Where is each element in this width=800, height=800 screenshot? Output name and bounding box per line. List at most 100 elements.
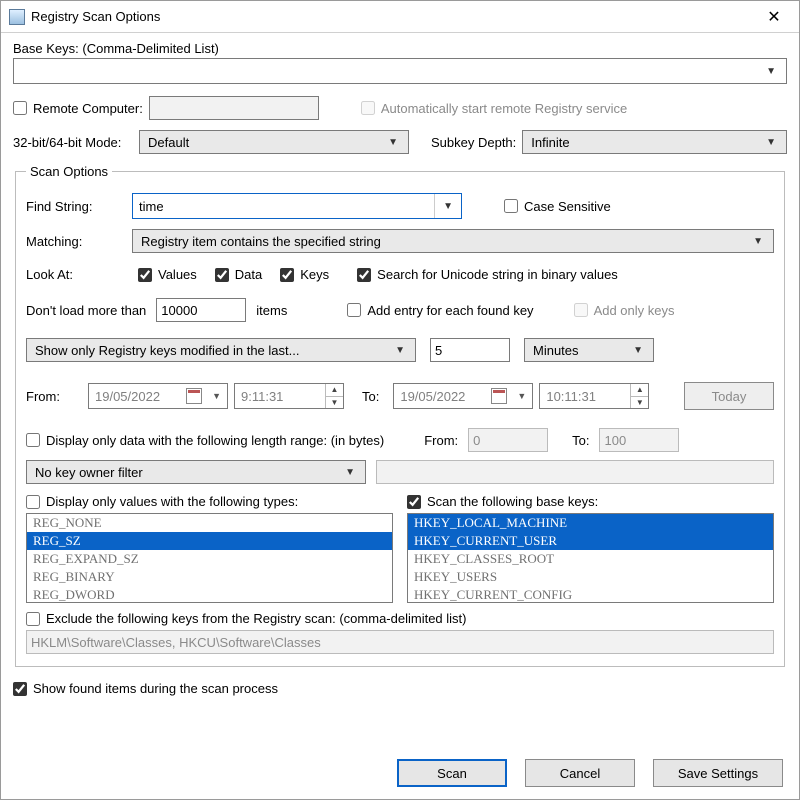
matching-value: Registry item contains the specified str… — [141, 234, 381, 249]
dialog-buttons: Scan Cancel Save Settings — [13, 749, 787, 789]
list-item[interactable]: HKEY_CLASSES_ROOT — [408, 550, 773, 568]
add-only-keys-label: Add only keys — [594, 303, 675, 318]
chevron-down-icon: ▼ — [434, 194, 461, 218]
scan-base-keys-label: Scan the following base keys: — [427, 494, 598, 509]
reg-types-listbox[interactable]: REG_NONEREG_SZREG_EXPAND_SZREG_BINARYREG… — [26, 513, 393, 603]
key-owner-value: No key owner filter — [35, 465, 143, 480]
length-from-input[interactable] — [468, 428, 548, 452]
window-title: Registry Scan Options — [31, 9, 751, 24]
list-item[interactable]: REG_BINARY — [27, 568, 392, 586]
from-label: From: — [26, 389, 82, 404]
show-found-label: Show found items during the scan process — [33, 681, 278, 696]
remote-computer-label: Remote Computer: — [33, 101, 143, 116]
chevron-down-icon: ▼ — [747, 236, 769, 247]
chevron-up-icon[interactable]: ▲ — [630, 384, 648, 396]
base-keys-combo[interactable]: ▼ — [13, 58, 787, 84]
base-keys-label: Base Keys: (Comma-Delimited List) — [13, 41, 787, 56]
length-to-input[interactable] — [599, 428, 679, 452]
find-string-combo[interactable]: ▼ — [132, 193, 462, 219]
modified-filter-combo[interactable]: Show only Registry keys modified in the … — [26, 338, 416, 362]
from-date-picker[interactable]: 19/05/2022 ▼ — [88, 383, 228, 409]
auto-start-remote-label: Automatically start remote Registry serv… — [381, 101, 627, 116]
key-owner-combo[interactable]: No key owner filter ▼ — [26, 460, 366, 484]
modified-unit-combo[interactable]: Minutes ▼ — [524, 338, 654, 362]
list-item[interactable]: REG_SZ — [27, 532, 392, 550]
exclude-keys-checkbox[interactable]: Exclude the following keys from the Regi… — [26, 611, 466, 626]
list-item[interactable]: HKEY_LOCAL_MACHINE — [408, 514, 773, 532]
to-time-value: 10:11:31 — [540, 389, 630, 404]
scan-options-group: Scan Options Find String: ▼ Case Sensiti… — [15, 164, 785, 667]
to-date-picker[interactable]: 19/05/2022 ▼ — [393, 383, 533, 409]
look-at-keys-checkbox[interactable]: Keys — [280, 267, 329, 282]
show-found-checkbox[interactable]: Show found items during the scan process — [13, 681, 278, 696]
look-at-values-label: Values — [158, 267, 197, 282]
look-at-keys-label: Keys — [300, 267, 329, 282]
subkey-depth-label: Subkey Depth: — [431, 135, 516, 150]
find-string-label: Find String: — [26, 199, 126, 214]
chevron-down-icon: ▼ — [760, 66, 782, 77]
list-item[interactable]: REG_NONE — [27, 514, 392, 532]
remote-computer-input[interactable] — [149, 96, 319, 120]
list-item[interactable]: REG_DWORD — [27, 586, 392, 603]
display-types-checkbox[interactable]: Display only values with the following t… — [26, 494, 393, 509]
list-item[interactable]: HKEY_USERS — [408, 568, 773, 586]
look-at-values-checkbox[interactable]: Values — [138, 267, 197, 282]
from-time-spinner[interactable]: 9:11:31 ▲▼ — [234, 383, 344, 409]
length-to-label: To: — [572, 433, 589, 448]
exclude-keys-input[interactable] — [26, 630, 774, 654]
to-date-value: 19/05/2022 — [394, 389, 491, 404]
add-only-keys-checkbox[interactable]: Add only keys — [574, 303, 675, 318]
scan-base-keys-checkbox[interactable]: Scan the following base keys: — [407, 494, 774, 509]
modified-unit-value: Minutes — [533, 343, 579, 358]
length-range-label: Display only data with the following len… — [46, 433, 384, 448]
list-item[interactable]: HKEY_CURRENT_CONFIG — [408, 586, 773, 603]
chevron-down-icon: ▼ — [339, 467, 361, 478]
matching-combo[interactable]: Registry item contains the specified str… — [132, 229, 774, 253]
list-item[interactable]: HKEY_CURRENT_USER — [408, 532, 773, 550]
subkey-depth-combo[interactable]: Infinite ▼ — [522, 130, 787, 154]
bitmode-combo[interactable]: Default ▼ — [139, 130, 409, 154]
client-area: Base Keys: (Comma-Delimited List) ▼ Remo… — [1, 33, 799, 799]
dont-load-input[interactable] — [156, 298, 246, 322]
key-owner-input[interactable] — [376, 460, 774, 484]
to-label: To: — [362, 389, 379, 404]
titlebar: Registry Scan Options ✕ — [1, 1, 799, 33]
scan-button[interactable]: Scan — [397, 759, 507, 787]
bitmode-value: Default — [148, 135, 189, 150]
from-date-value: 19/05/2022 — [89, 389, 186, 404]
base-keys-listbox[interactable]: HKEY_LOCAL_MACHINEHKEY_CURRENT_USERHKEY_… — [407, 513, 774, 603]
scan-options-legend: Scan Options — [26, 164, 112, 179]
list-item[interactable]: REG_EXPAND_SZ — [27, 550, 392, 568]
calendar-icon — [186, 388, 202, 404]
chevron-down-icon[interactable]: ▼ — [325, 396, 343, 409]
cancel-button[interactable]: Cancel — [525, 759, 635, 787]
bitmode-label: 32-bit/64-bit Mode: — [13, 135, 133, 150]
remote-computer-checkbox[interactable]: Remote Computer: — [13, 101, 143, 116]
chevron-down-icon: ▼ — [627, 345, 649, 356]
from-time-value: 9:11:31 — [235, 389, 325, 404]
case-sensitive-checkbox[interactable]: Case Sensitive — [504, 199, 611, 214]
close-button[interactable]: ✕ — [751, 2, 797, 32]
display-types-label: Display only values with the following t… — [46, 494, 298, 509]
chevron-down-icon: ▼ — [760, 137, 782, 148]
to-time-spinner[interactable]: 10:11:31 ▲▼ — [539, 383, 649, 409]
dont-load-label: Don't load more than — [26, 303, 146, 318]
length-from-label: From: — [424, 433, 458, 448]
exclude-keys-label: Exclude the following keys from the Regi… — [46, 611, 466, 626]
today-button[interactable]: Today — [684, 382, 774, 410]
chevron-down-icon[interactable]: ▼ — [630, 396, 648, 409]
add-entry-label: Add entry for each found key — [367, 303, 533, 318]
add-entry-checkbox[interactable]: Add entry for each found key — [347, 303, 533, 318]
modified-filter-value: Show only Registry keys modified in the … — [35, 343, 299, 358]
save-settings-button[interactable]: Save Settings — [653, 759, 783, 787]
unicode-search-checkbox[interactable]: Search for Unicode string in binary valu… — [357, 267, 618, 282]
find-string-input[interactable] — [133, 197, 434, 216]
modified-number-input[interactable] — [430, 338, 510, 362]
auto-start-remote-checkbox[interactable]: Automatically start remote Registry serv… — [361, 101, 627, 116]
chevron-up-icon[interactable]: ▲ — [325, 384, 343, 396]
look-at-data-checkbox[interactable]: Data — [215, 267, 262, 282]
matching-label: Matching: — [26, 234, 126, 249]
app-icon — [9, 9, 25, 25]
registry-scan-options-window: Registry Scan Options ✕ Base Keys: (Comm… — [0, 0, 800, 800]
length-range-checkbox[interactable]: Display only data with the following len… — [26, 433, 384, 448]
